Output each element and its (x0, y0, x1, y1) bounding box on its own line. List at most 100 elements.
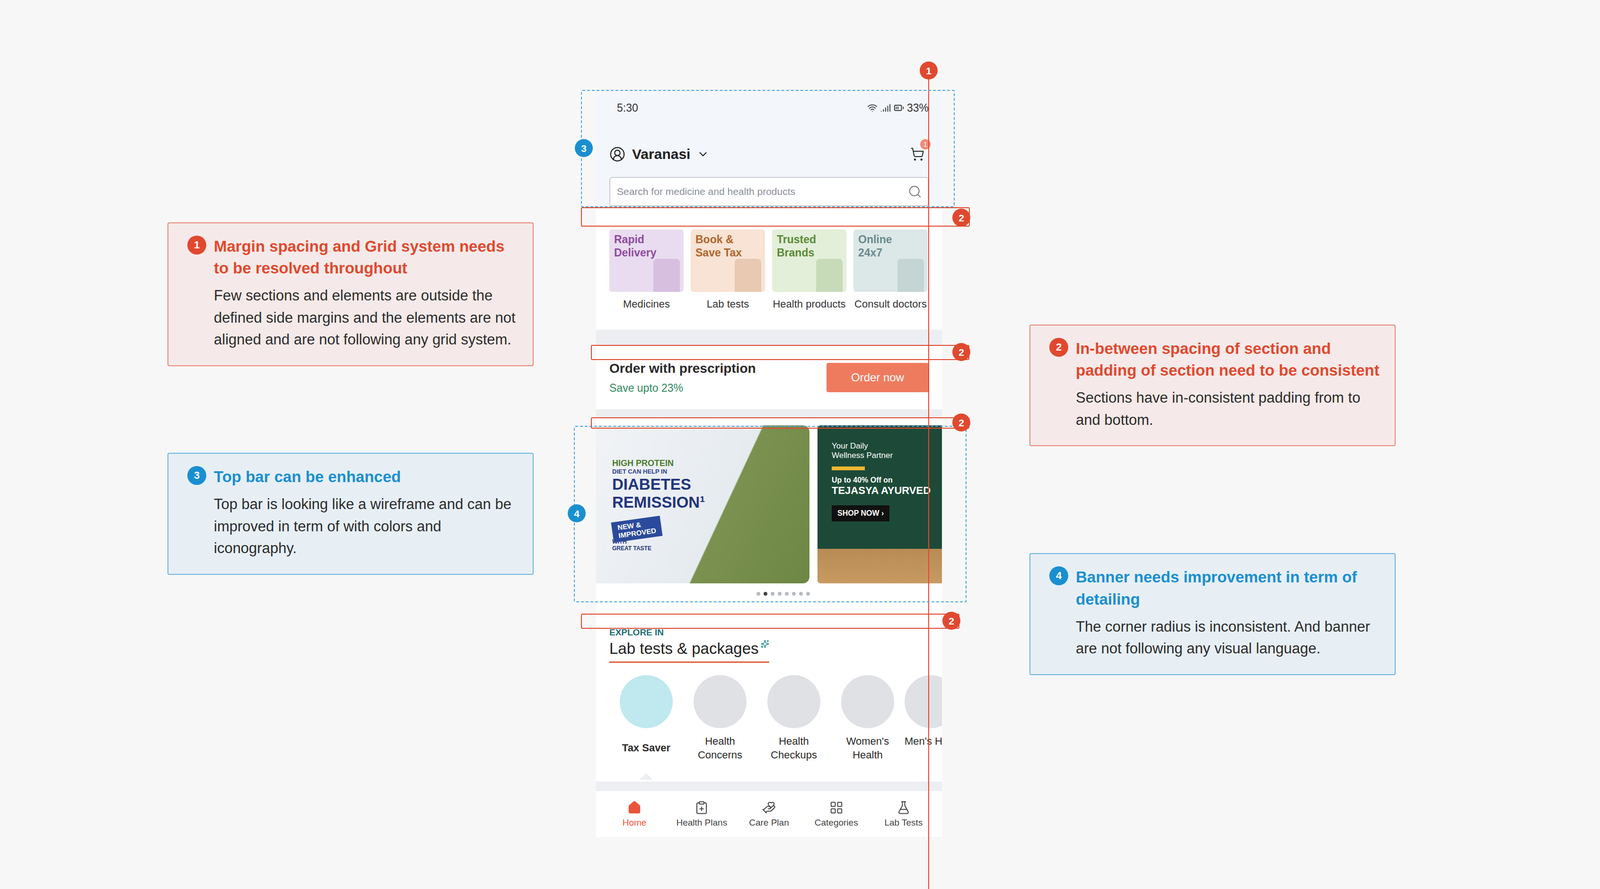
carousel-dot[interactable] (799, 591, 803, 596)
highlight-frame (573, 425, 967, 603)
cart-icon[interactable] (910, 147, 925, 162)
banner-eyebrow: HIGH PROTEIN (612, 458, 800, 469)
section-gap (596, 409, 942, 419)
explore-item[interactable]: Women's Health (830, 675, 905, 762)
category-label: Health products (772, 297, 846, 312)
category-image (653, 258, 680, 292)
category-tile[interactable]: Online 24x7 (853, 229, 928, 292)
nav-label[interactable]: Health Plans (676, 817, 728, 828)
cart-button[interactable]: 1 (907, 144, 927, 164)
banner-note: WITH (612, 538, 800, 546)
carousel-dot[interactable] (770, 591, 775, 596)
nav-label[interactable]: Categories (814, 817, 859, 828)
nav-icon[interactable] (761, 800, 776, 815)
annotation-number: 3 (187, 465, 207, 485)
category-grid: Rapid DeliveryMedicinesBook & Save TaxLa… (596, 208, 942, 330)
nav-item[interactable]: Home (600, 791, 669, 837)
category-item[interactable]: Book & Save TaxLab tests (690, 229, 765, 325)
category-tile[interactable]: Trusted Brands (772, 229, 847, 292)
guide-line (928, 70, 930, 889)
banner-offer: Up to 40% Off on (831, 475, 942, 485)
search-bar[interactable] (609, 176, 929, 207)
annotation-title: Banner needs improvement in term of deta… (1075, 566, 1381, 610)
shop-now-button[interactable]: SHOP NOW › (831, 505, 890, 522)
carousel-dot[interactable] (777, 591, 782, 596)
signal-icon (880, 102, 891, 114)
banner-headline: REMISSION¹ (612, 493, 800, 512)
marker-number: 3 (574, 139, 593, 158)
review-canvas: 1 Margin spacing and Grid system needs to… (0, 0, 1600, 889)
spacing-frame (590, 417, 970, 429)
search-input[interactable] (615, 185, 904, 198)
explore-label: Health Checkups (758, 734, 830, 762)
top-bar: 5:3033%Varanasi1 (596, 89, 942, 209)
marker-number: 4 (567, 504, 586, 523)
wellness-banner[interactable]: Your DailyWellness Partner Up to 40% Off … (817, 425, 942, 584)
nav-item[interactable]: Lab Tests (870, 791, 938, 837)
annotation-marker: 1 (919, 61, 938, 80)
annotation-marker: 2 (942, 611, 961, 630)
nav-icon[interactable] (627, 800, 642, 815)
explore-label: Women's Health (832, 734, 904, 762)
explore-item[interactable]: Health Concerns (683, 675, 757, 762)
banner-row: HIGH PROTEINDIET CAN HELP INDIABETESREMI… (596, 425, 942, 584)
banner-eyebrow: Your Daily (831, 441, 942, 451)
carousel-dot[interactable] (763, 591, 768, 596)
explore-item[interactable]: Men's H (904, 675, 942, 762)
annotation-title: Margin spacing and Grid system needs to … (213, 235, 519, 280)
location-row: Varanasi 1 (609, 142, 929, 166)
annotation-number: 4 (1049, 566, 1069, 586)
carousel-dot[interactable] (784, 591, 789, 596)
sparkle-icon (760, 639, 770, 649)
order-now-button[interactable]: Order now (826, 362, 929, 393)
chevron-down-icon[interactable] (696, 148, 710, 161)
explore-title: Lab tests & packages (609, 639, 770, 663)
nav-label[interactable]: Home (622, 817, 647, 828)
nav-label[interactable]: Care Plan (748, 817, 790, 828)
protein-banner[interactable]: HIGH PROTEINDIET CAN HELP INDIABETESREMI… (596, 425, 810, 584)
location-name[interactable]: Varanasi (632, 146, 691, 163)
spacing-frame (580, 207, 970, 227)
battery-icon (893, 102, 905, 114)
category-item[interactable]: Trusted Brands Health products (772, 229, 847, 325)
nav-icon[interactable] (694, 800, 709, 815)
annotation-card: 1 Margin spacing and Grid system needs to… (167, 222, 534, 367)
category-tile[interactable]: Book & Save Tax (690, 229, 765, 292)
carousel-dot[interactable] (791, 591, 796, 596)
carousel-dot[interactable] (756, 591, 761, 596)
explore-item[interactable]: Health Checkups (756, 675, 831, 762)
category-item[interactable]: Online 24x7Consult doctors (853, 229, 928, 325)
banner-headline: DIABETES (612, 475, 800, 494)
user-icon[interactable] (609, 146, 626, 163)
category-tile[interactable]: Rapid Delivery (609, 229, 684, 292)
category-item[interactable]: Rapid DeliveryMedicines (609, 229, 684, 325)
explore-label: Men's H (904, 734, 942, 749)
carousel-dot[interactable] (806, 591, 810, 596)
phone-screen: 5:3033%Varanasi1Rapid DeliveryMedicinesB… (596, 89, 942, 837)
prescription-subtitle: Save upto 23% (609, 381, 757, 395)
nav-item[interactable]: Categories (802, 791, 871, 837)
nav-icon[interactable] (896, 800, 911, 815)
nav-icon[interactable] (829, 800, 844, 815)
nav-item[interactable]: Care Plan (735, 791, 803, 837)
banner-kicker: DIET CAN HELP IN (612, 468, 800, 476)
annotation-body: The corner radius is inconsistent. And b… (1075, 615, 1381, 660)
section-gap (596, 329, 942, 346)
annotation-number: 1 (187, 235, 207, 255)
offer-bar (831, 466, 865, 471)
search-icon[interactable] (907, 184, 923, 199)
prescription-card: Order with prescriptionSave upto 23%Orde… (596, 345, 942, 410)
banner-headline: TEJASYA AYURVED (831, 484, 942, 497)
bottom-nav: Home Health Plans Care Plan Categories Lab T… (596, 791, 942, 837)
explore-item[interactable]: Tax Saver (609, 675, 684, 762)
banner-eyebrow: Wellness Partner (831, 450, 942, 461)
explore-image (619, 675, 673, 729)
nav-label[interactable]: Lab Tests (884, 817, 923, 828)
explore-image (767, 675, 821, 729)
spacing-frame (580, 613, 960, 629)
location-picker[interactable]: Varanasi (609, 146, 710, 163)
banner-stamp: NEW &IMPROVED (611, 515, 663, 543)
category-tag: Book & Save Tax (695, 233, 747, 260)
explore-list: Tax SaverHealth ConcernsHealth CheckupsW… (609, 675, 942, 762)
nav-item[interactable]: Health Plans (668, 791, 736, 837)
